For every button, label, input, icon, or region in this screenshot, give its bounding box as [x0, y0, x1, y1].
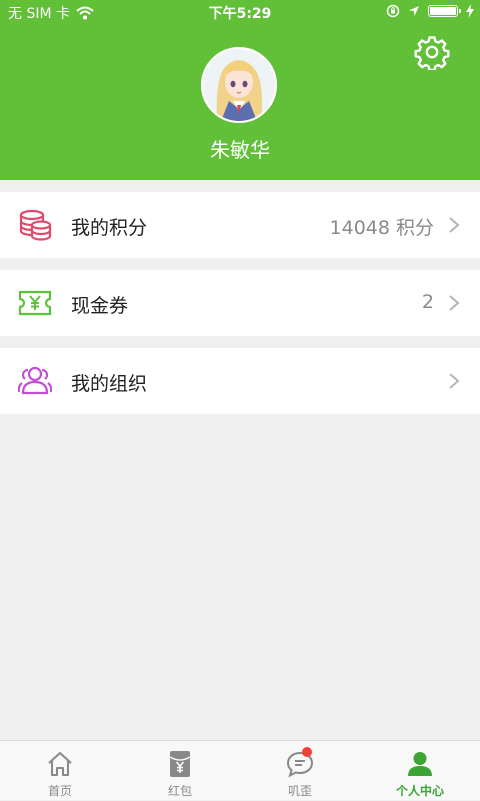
menu-row-coupons[interactable]: 现金券 2: [0, 270, 480, 336]
avatar[interactable]: [201, 47, 277, 123]
status-right: [386, 4, 474, 18]
group-icon: [18, 366, 52, 395]
tab-bar: 首页 红包 叽歪 个人中心: [0, 740, 480, 800]
tab-label-red-envelope: 红包: [167, 784, 192, 798]
menu-label-coupons: 现金券: [71, 295, 129, 317]
settings-gear-icon[interactable]: [414, 34, 450, 70]
menu-value-points: 14048 积分: [329, 217, 434, 239]
menu-label-organization: 我的组织: [71, 373, 148, 395]
anime-girl-avatar-icon: [203, 49, 275, 121]
status-bar: 无 SIM 卡 下午5:29: [0, 0, 480, 24]
chevron-right-icon: [449, 373, 460, 389]
chevron-right-icon: [449, 295, 460, 311]
coins-stack-icon: [19, 209, 52, 241]
tab-label-home: 首页: [47, 784, 72, 798]
red-envelope-icon: [169, 751, 191, 777]
location-arrow-icon: [409, 6, 419, 16]
menu-row-organization[interactable]: 我的组织: [0, 348, 480, 414]
yen-ticket-icon: [18, 290, 52, 316]
tab-home[interactable]: 首页: [0, 741, 120, 801]
orientation-lock-icon: [386, 4, 400, 18]
home-icon: [48, 752, 72, 776]
tab-label-chat: 叽歪: [287, 784, 312, 798]
tab-profile[interactable]: 个人中心: [360, 741, 480, 801]
menu-label-points: 我的积分: [71, 217, 148, 239]
tab-red-envelope[interactable]: 红包: [120, 741, 240, 801]
notification-badge-dot: [302, 747, 312, 757]
username: 朱敏华: [210, 138, 270, 162]
menu-row-points[interactable]: 我的积分 14048 积分: [0, 192, 480, 258]
person-icon: [408, 752, 432, 776]
profile-header: 无 SIM 卡 下午5:29 朱敏华: [0, 0, 480, 180]
tab-chat[interactable]: 叽歪: [240, 741, 360, 801]
tab-label-profile: 个人中心: [395, 784, 444, 798]
chevron-right-icon: [449, 217, 460, 233]
battery-level: [430, 7, 456, 15]
charging-bolt-icon: [466, 4, 474, 18]
menu-value-coupons: 2: [421, 291, 434, 313]
battery-icon: [428, 5, 461, 17]
